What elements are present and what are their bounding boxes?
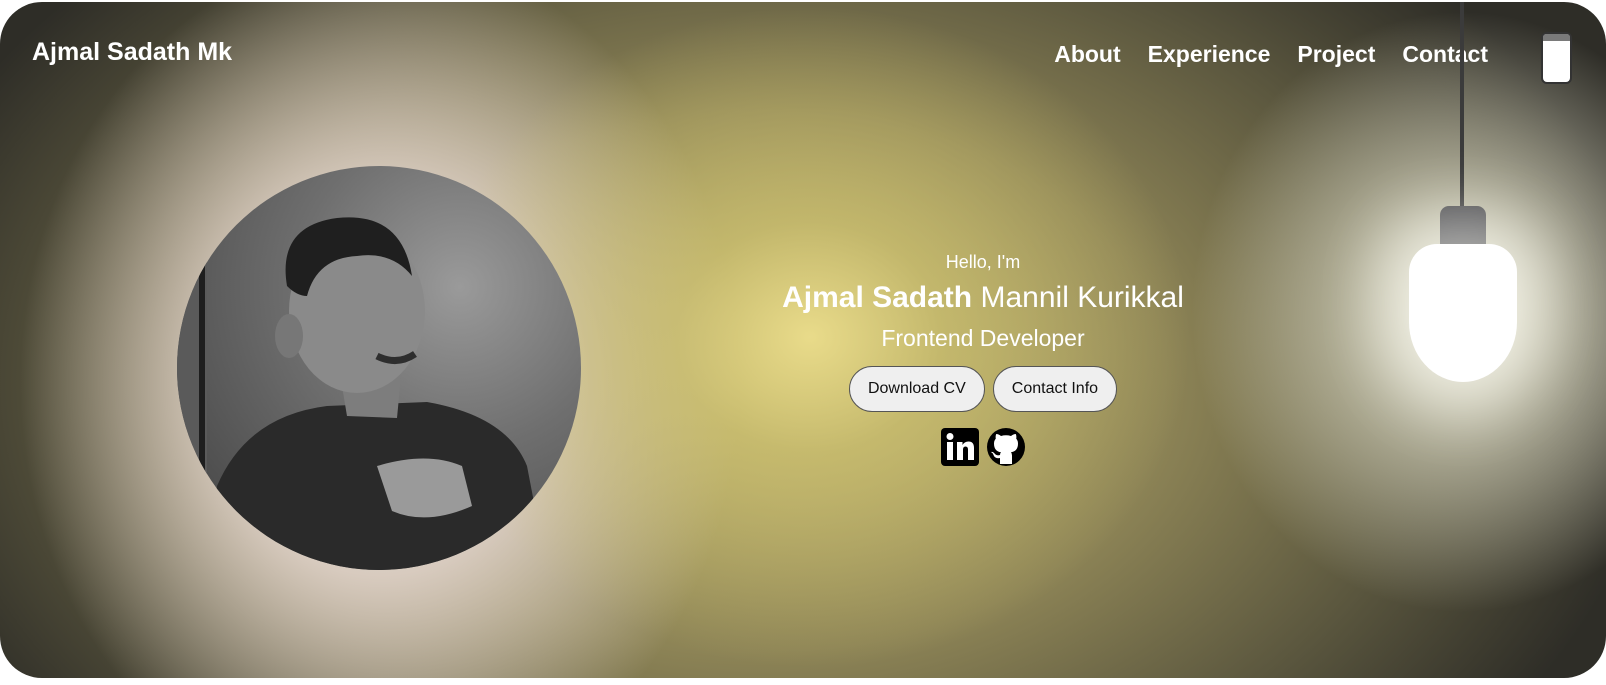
lamp-cord [1460, 2, 1464, 208]
light-bulb-cap [1440, 206, 1486, 248]
full-name: Ajmal Sadath Mannil Kurikkal [760, 281, 1206, 315]
hero-intro: Hello, I'm Ajmal Sadath Mannil Kurikkal … [760, 252, 1206, 467]
download-cv-button[interactable]: Download CV [848, 366, 985, 412]
contact-info-button[interactable]: Contact Info [992, 366, 1118, 412]
nav-about-link[interactable]: About [1054, 40, 1120, 68]
nav-project-link[interactable]: Project [1297, 40, 1375, 68]
nav-contact-link[interactable]: Contact [1402, 40, 1488, 68]
profile-photo [177, 166, 581, 570]
github-icon[interactable] [986, 427, 1026, 467]
site-logo[interactable]: Ajmal Sadath Mk [32, 38, 232, 67]
greeting-text: Hello, I'm [945, 252, 1021, 272]
role-title: Frontend Developer [881, 325, 1085, 351]
main-nav: About Experience Project Contact [1054, 40, 1488, 68]
light-bulb-icon [1409, 244, 1517, 382]
linkedin-icon[interactable] [940, 427, 980, 467]
last-name: Mannil Kurikkal [980, 281, 1184, 314]
social-links [760, 427, 1206, 467]
phone-toggle-icon[interactable] [1541, 32, 1572, 84]
hero-buttons: Download CV Contact Info [760, 366, 1206, 412]
nav-experience-link[interactable]: Experience [1148, 40, 1271, 68]
hero-section: Ajmal Sadath Mk About Experience Project… [0, 2, 1606, 678]
first-name: Ajmal Sadath [782, 281, 973, 314]
